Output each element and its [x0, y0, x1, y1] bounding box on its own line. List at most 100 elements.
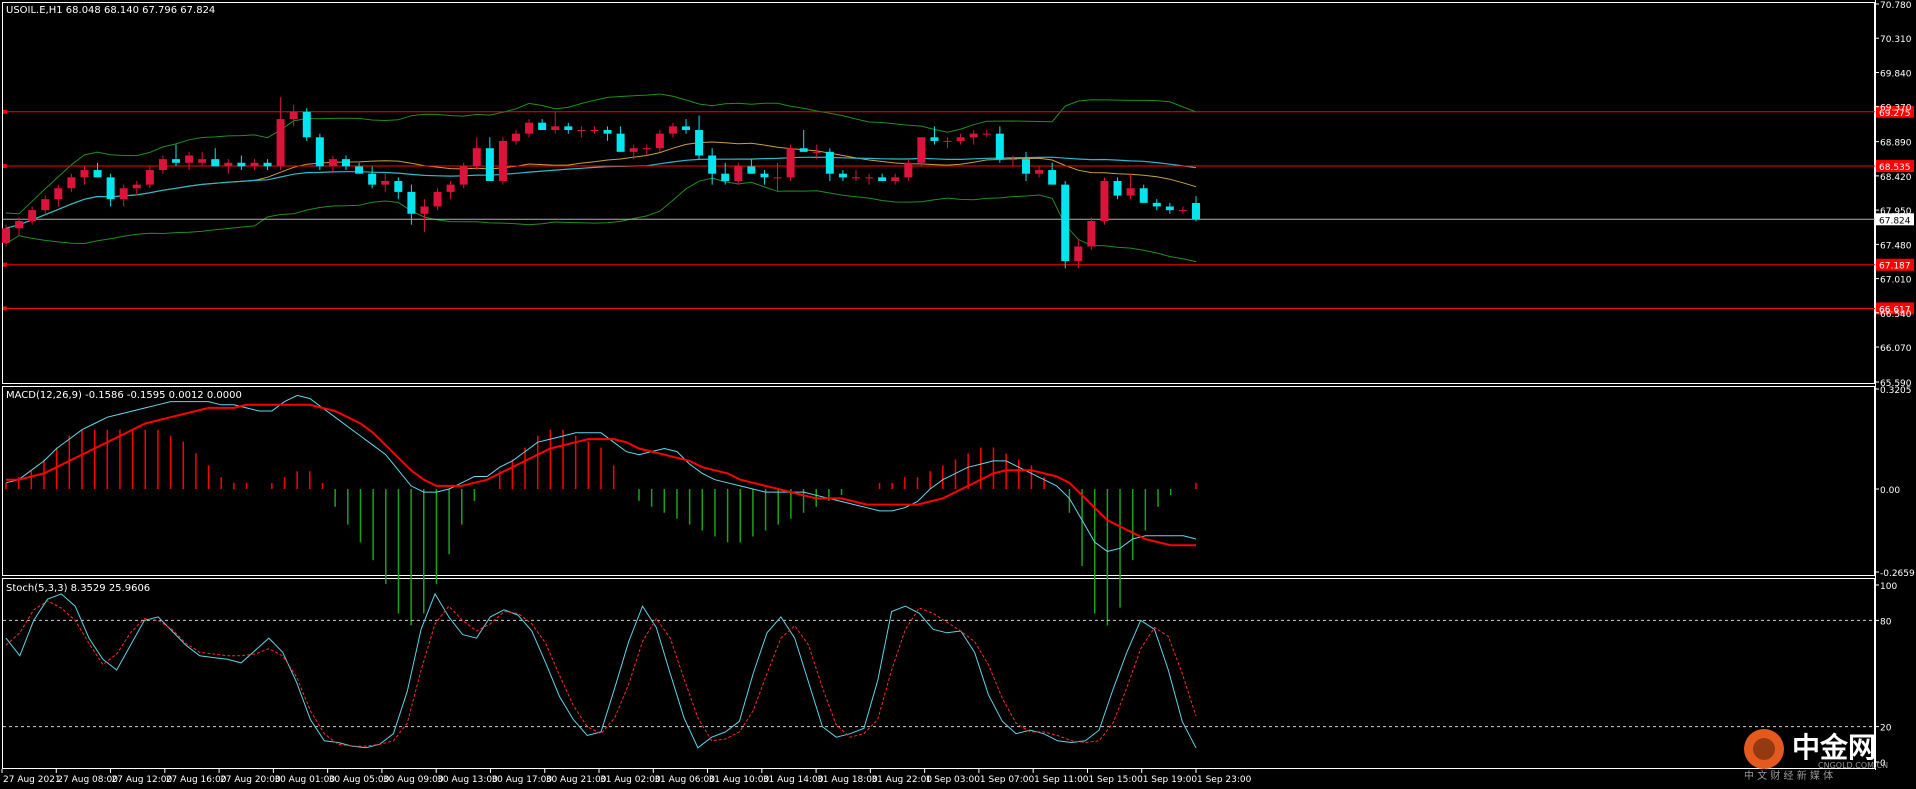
level-price-label: 67.187 — [1879, 262, 1911, 272]
candle-body — [1087, 221, 1096, 247]
candle-body — [472, 148, 481, 167]
candle-body — [250, 162, 259, 167]
candle-body — [342, 159, 350, 167]
ma-line — [5, 156, 1197, 229]
time-tick-label: 1 Sep 15:00 — [1088, 775, 1143, 785]
candle-body — [28, 210, 37, 222]
candle-body — [394, 180, 403, 192]
candle-body — [956, 137, 965, 141]
candle-body — [930, 137, 939, 141]
candle-body — [198, 159, 207, 163]
candle-body — [1152, 202, 1161, 207]
candle-body — [263, 162, 272, 167]
candle-body — [1022, 159, 1030, 174]
macd-tick-label: 0.00 — [1880, 486, 1900, 496]
candle-body — [512, 133, 520, 141]
candle-body — [355, 166, 364, 174]
candle-body — [695, 130, 704, 156]
horizontal-levels[interactable]: 69.27568.53567.18766.61767.824 — [3, 105, 1914, 316]
candle-body — [145, 170, 154, 185]
watermark-slogan: 中 文 财 经 新 媒 体 — [1744, 769, 1833, 781]
price-tick-label: 67.010 — [1880, 276, 1912, 286]
candle-body — [708, 155, 717, 174]
candle-body — [760, 173, 769, 178]
candle-body — [211, 159, 220, 167]
candle-body — [433, 191, 442, 207]
candle-body — [564, 126, 573, 130]
candle-body — [852, 177, 860, 179]
candle-body — [498, 140, 507, 181]
candle-body — [525, 122, 534, 134]
candle-body — [276, 119, 285, 167]
candle-body — [158, 159, 167, 171]
candle-body — [838, 173, 847, 178]
candle-body — [1100, 180, 1109, 222]
price-tick-label: 67.950 — [1880, 207, 1912, 217]
candle-body — [642, 148, 651, 150]
macd-tick-label: -0.2659 — [1880, 569, 1915, 579]
stoch-lines — [5, 592, 1197, 749]
stoch-main-line — [5, 592, 1197, 749]
time-tick-label: 27 Aug 2021 — [3, 775, 61, 785]
candle-body — [773, 177, 782, 179]
candle-body — [917, 137, 926, 163]
candle-body — [995, 133, 1004, 160]
candle-body — [616, 133, 625, 152]
candle-body — [590, 130, 599, 131]
time-tick-label: 30 Aug 05:00 — [329, 775, 390, 785]
time-tick-label: 27 Aug 12:00 — [112, 775, 173, 785]
candle-body — [577, 130, 586, 131]
candle-body — [629, 148, 638, 152]
time-tick-label: 1 Sep 19:00 — [1143, 775, 1198, 785]
candle-body — [119, 188, 128, 200]
candle-body — [747, 166, 756, 174]
stoch-signal-line — [5, 600, 1197, 747]
time-tick-label: 1 Sep 23:00 — [1197, 775, 1252, 785]
candle-body — [54, 188, 63, 200]
time-tick-label: 31 Aug 22:00 — [871, 775, 932, 785]
candle-body — [655, 133, 664, 149]
candle-body — [721, 173, 730, 181]
candle-body — [328, 159, 337, 167]
level-handle — [3, 164, 7, 169]
candle-body — [41, 199, 50, 211]
price-tick-label: 69.370 — [1880, 104, 1912, 114]
stoch-label: Stoch(5,3,3) 8.3529 25.9606 — [6, 583, 150, 594]
price-tick-label: 66.070 — [1880, 344, 1912, 354]
price-tick-label: 67.480 — [1880, 241, 1912, 251]
macd-histogram — [5, 429, 1197, 626]
bollinger-bands — [5, 93, 1197, 263]
macd-label: MACD(12,26,9) -0.1586 -0.1595 0.0012 0.0… — [6, 390, 242, 401]
candle-body — [1192, 202, 1200, 220]
time-tick-label: 27 Aug 16:00 — [166, 775, 227, 785]
time-tick-label: 31 Aug 06:00 — [654, 775, 715, 785]
macd-tick-label: 0.3205 — [1880, 386, 1912, 396]
candle-body — [865, 177, 874, 179]
bollinger-middle — [5, 141, 1197, 229]
candlesticks — [2, 97, 1200, 269]
candle-body — [904, 162, 913, 178]
candle-body — [132, 184, 141, 189]
candle-body — [825, 151, 834, 174]
candle-body — [381, 180, 390, 185]
candle-body — [969, 133, 978, 138]
symbol-header: USOIL.E,H1 68.048 68.140 67.796 67.824 — [6, 5, 215, 16]
time-axis: 27 Aug 202127 Aug 08:0027 Aug 12:0027 Au… — [1, 769, 1252, 785]
current-price-label: 67.824 — [1879, 216, 1911, 226]
candle-body — [407, 191, 416, 214]
candle-body — [368, 173, 377, 185]
candle-body — [289, 111, 298, 120]
candle-body — [302, 111, 311, 138]
macd-panel-frame — [2, 386, 1875, 576]
trading-chart[interactable]: 69.27568.53567.18766.61767.824 70.78070.… — [0, 0, 1916, 789]
level-handle — [3, 109, 7, 114]
price-axis: 70.780 70.310 69.840 69.370 68.890 68.420 67.9… — [1875, 1, 1912, 389]
time-tick-label: 1 Sep 07:00 — [980, 775, 1035, 785]
stoch-levels — [3, 619, 1875, 728]
candle-body — [982, 133, 991, 135]
candle-body — [420, 206, 429, 214]
time-tick-label: 30 Aug 21:00 — [546, 775, 607, 785]
candle-body — [1139, 188, 1148, 203]
time-tick-label: 1 Sep 03:00 — [926, 775, 981, 785]
stoch-panel-frame — [2, 578, 1875, 769]
